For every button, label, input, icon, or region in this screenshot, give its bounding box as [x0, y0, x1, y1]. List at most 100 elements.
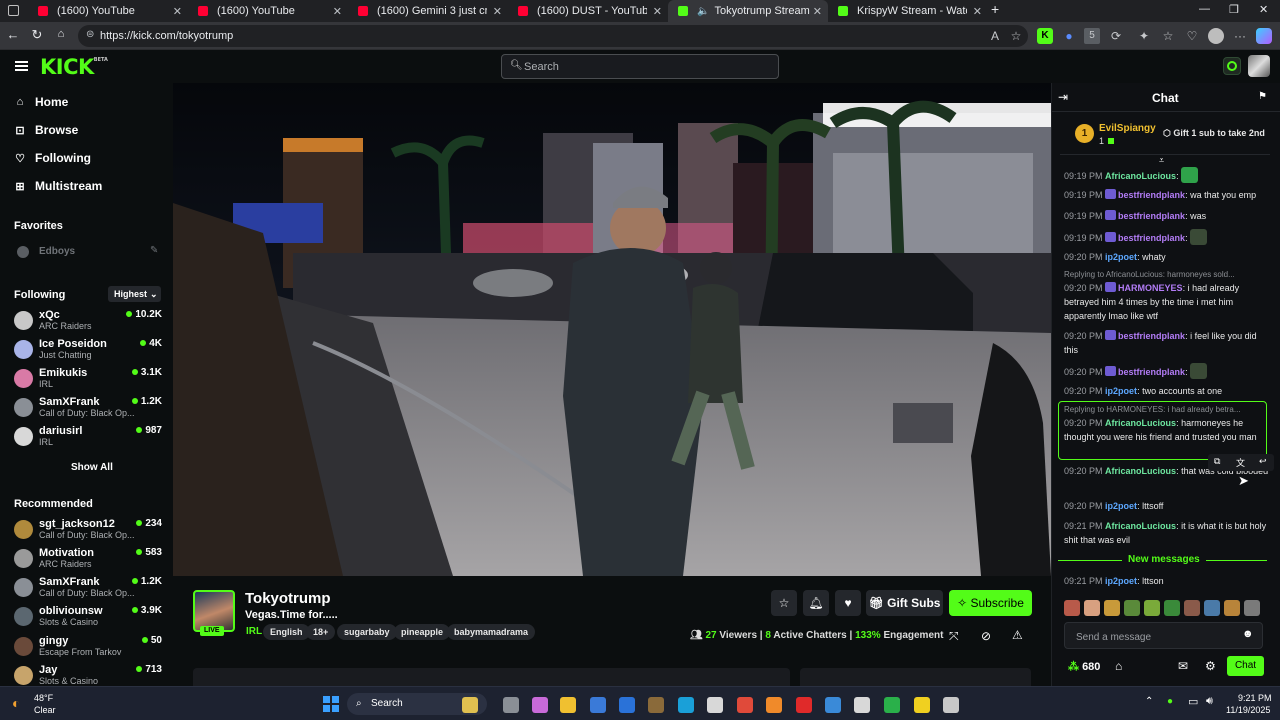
- channel-item[interactable]: SamXFrank Call of Duty: Black Op... 1.2K: [14, 576, 164, 600]
- kick-extension-icon[interactable]: K: [1037, 28, 1053, 44]
- gift-subs-button[interactable]: 🎁︎ Gift Subs: [866, 590, 943, 616]
- chat-message[interactable]: 09:21 PM AfricanoLucious: it is what it …: [1064, 519, 1269, 547]
- clock-date[interactable]: 11/19/2025: [1226, 705, 1270, 715]
- user-avatar[interactable]: [1248, 55, 1270, 77]
- emote-icon[interactable]: [1244, 600, 1260, 616]
- chat-message[interactable]: 09:21 PM ip2poet: lttson: [1064, 574, 1269, 588]
- chat-message[interactable]: 09:19 PM AfricanoLucious:: [1064, 167, 1269, 183]
- site-info-icon[interactable]: ⊜: [86, 29, 94, 40]
- close-window-button[interactable]: ✕: [1259, 3, 1268, 16]
- start-button[interactable]: [323, 696, 339, 712]
- emote-icon[interactable]: [1144, 600, 1160, 616]
- extensions-icon[interactable]: ✦: [1136, 28, 1152, 44]
- message-username[interactable]: HARMONEYES: [1118, 283, 1183, 293]
- taskbar-app-icon[interactable]: [503, 697, 519, 713]
- extension-icon[interactable]: ⟳: [1108, 28, 1124, 44]
- message-username[interactable]: ip2poet: [1105, 501, 1137, 511]
- message-username[interactable]: AfricanoLucious: [1105, 466, 1176, 476]
- network-icon[interactable]: ▭: [1188, 695, 1198, 708]
- report-icon[interactable]: ⚠: [1012, 628, 1023, 642]
- address-bar[interactable]: ⊜ https://kick.com/tokyotrump: [78, 25, 1028, 47]
- emote-icon[interactable]: [1064, 600, 1080, 616]
- message-username[interactable]: bestfriendplank: [1118, 367, 1185, 377]
- following-sort-dropdown[interactable]: Highest ⌄: [108, 286, 161, 302]
- gift-sub-prompt[interactable]: ⬡ Gift 1 sub to take 2nd: [1163, 128, 1265, 139]
- search-input[interactable]: 🔍︎ Search: [501, 54, 779, 79]
- browser-tab-active[interactable]: 🔈 Tokyotrump Stream - Watch✕: [668, 0, 828, 22]
- nav-home[interactable]: ⌂ Home: [14, 95, 69, 109]
- chat-message[interactable]: 09:20 PM ip2poet: lttsoff: [1064, 499, 1269, 513]
- audio-icon[interactable]: 🔈: [697, 6, 709, 17]
- tray-chevron-icon[interactable]: ⌃: [1145, 696, 1153, 707]
- emote-icon[interactable]: [1224, 600, 1240, 616]
- show-all-button[interactable]: Show All: [71, 462, 113, 473]
- browser-tab[interactable]: (1600) YouTube ✕: [188, 0, 348, 22]
- channel-item[interactable]: SamXFrank Call of Duty: Black Op... 1.2K: [14, 396, 164, 420]
- favorite-star-icon[interactable]: ☆: [1008, 28, 1024, 44]
- close-icon[interactable]: ✕: [813, 5, 822, 18]
- translate-icon[interactable]: 文: [1236, 456, 1245, 469]
- emote-icon[interactable]: [1124, 600, 1140, 616]
- favorite-item[interactable]: Edboys ✎: [14, 244, 164, 260]
- message-username[interactable]: AfricanoLucious: [1105, 171, 1176, 181]
- taskbar-app-icon[interactable]: [462, 697, 478, 713]
- taskbar-app-icon[interactable]: [707, 697, 723, 713]
- taskbar-app-icon[interactable]: [766, 697, 782, 713]
- emote-icon[interactable]: [1204, 600, 1220, 616]
- message-username[interactable]: ip2poet: [1105, 252, 1137, 262]
- tab-actions-icon[interactable]: [8, 5, 19, 16]
- store-icon[interactable]: ⌂: [1115, 659, 1122, 673]
- chat-settings-icon[interactable]: ⚑: [1258, 91, 1267, 102]
- chat-input[interactable]: Send a message ☻: [1064, 622, 1263, 649]
- profile-avatar[interactable]: [1208, 28, 1224, 44]
- chat-message[interactable]: 09:20 PM ip2poet: whaty: [1064, 250, 1269, 264]
- stream-category[interactable]: IRL: [246, 626, 262, 637]
- volume-icon[interactable]: 🔊︎: [1206, 695, 1213, 708]
- settings-icon[interactable]: ⚙: [1205, 659, 1216, 673]
- tag-pineapple[interactable]: pineapple: [394, 624, 451, 640]
- taskbar-app-icon[interactable]: [825, 697, 841, 713]
- chat-message[interactable]: 09:19 PM bestfriendplank: was: [1064, 209, 1269, 223]
- hide-icon[interactable]: ⊘: [981, 629, 991, 643]
- taskbar-app-icon[interactable]: [943, 697, 959, 713]
- chat-message[interactable]: 09:20 PM HARMONEYES: i had already betra…: [1064, 281, 1269, 323]
- tag-sugarbaby[interactable]: sugarbaby: [337, 624, 397, 640]
- close-icon[interactable]: ✕: [173, 5, 182, 18]
- nav-browse[interactable]: ⊡ Browse: [14, 123, 78, 137]
- streamer-name[interactable]: Tokyotrump: [245, 590, 331, 607]
- close-icon[interactable]: ✕: [333, 5, 342, 18]
- close-icon[interactable]: ✕: [653, 5, 662, 18]
- taskbar-app-icon[interactable]: [619, 697, 635, 713]
- reply-icon[interactable]: ↩: [1259, 456, 1267, 467]
- pinned-leaderboard[interactable]: 1 EvilSpiangy 1 ⬡ Gift 1 sub to take 2nd: [1060, 115, 1270, 155]
- weather-temp[interactable]: 48°F: [34, 693, 53, 703]
- hamburger-menu-icon[interactable]: [15, 61, 28, 71]
- microphone-icon[interactable]: ●: [1167, 696, 1173, 707]
- taskbar-app-icon[interactable]: [648, 697, 664, 713]
- share-icon[interactable]: ⤧: [949, 629, 959, 644]
- chat-message[interactable]: 09:19 PM bestfriendplank: wa that you em…: [1064, 188, 1269, 202]
- favorite-star-button[interactable]: ☆: [771, 590, 797, 616]
- emote-icon[interactable]: [1104, 600, 1120, 616]
- channel-item[interactable]: Ice Poseidon Just Chatting 4K: [14, 338, 164, 362]
- message-username[interactable]: ip2poet: [1105, 576, 1137, 586]
- weather-desc[interactable]: Clear: [34, 705, 56, 715]
- home-button[interactable]: ⌂: [53, 28, 69, 40]
- kick-logo[interactable]: KICKBETA: [40, 55, 108, 79]
- close-icon[interactable]: ✕: [973, 5, 982, 18]
- browser-tab[interactable]: KrispyW Stream - Watch Live on ✕: [828, 0, 988, 22]
- pin-icon[interactable]: ✎: [150, 245, 158, 256]
- new-tab-button[interactable]: +: [991, 1, 999, 17]
- browser-tab[interactable]: (1600) YouTube ✕: [28, 0, 188, 22]
- extension-icon[interactable]: ●: [1061, 28, 1077, 44]
- taskbar-app-icon[interactable]: [854, 697, 870, 713]
- taskbar-app-icon[interactable]: [914, 697, 930, 713]
- notification-bell-button[interactable]: 🔔︎: [803, 590, 829, 616]
- close-icon[interactable]: ✕: [493, 5, 502, 18]
- channel-item[interactable]: sgt_jackson12 Call of Duty: Black Op... 23…: [14, 518, 164, 542]
- chat-send-button[interactable]: Chat: [1227, 656, 1264, 676]
- channel-points[interactable]: ⁂ 680: [1068, 660, 1100, 673]
- reply-context[interactable]: Replying to HARMONEYES: i had already be…: [1064, 405, 1241, 414]
- browser-tab[interactable]: (1600) DUST - YouTube ✕: [508, 0, 668, 22]
- message-username[interactable]: AfricanoLucious: [1105, 521, 1176, 531]
